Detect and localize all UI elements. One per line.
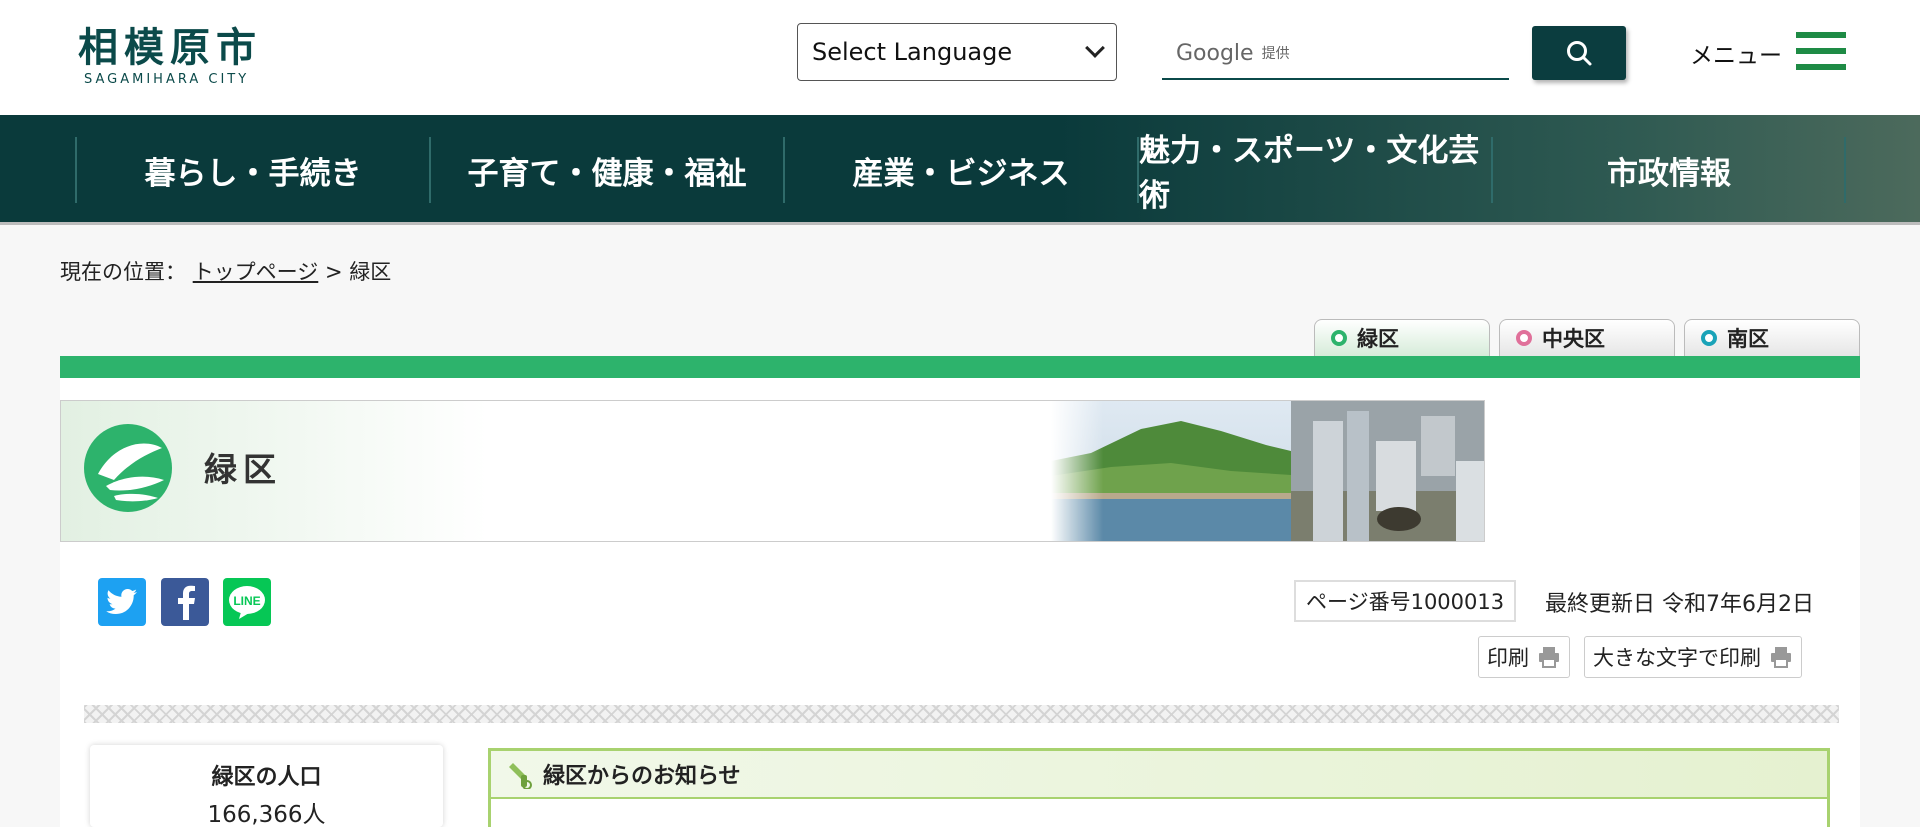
- tab-label: 南区: [1727, 327, 1769, 351]
- tab-label: 中央区: [1542, 327, 1605, 351]
- page-title: 緑区: [204, 450, 282, 489]
- line-share-button[interactable]: LINE: [223, 578, 271, 626]
- ward-accent-bar: [60, 356, 1860, 378]
- notice-section: 緑区からのお知らせ: [488, 748, 1830, 827]
- site-header: 相模原市 SAGAMIHARA CITY Select Language Goo…: [0, 0, 1920, 115]
- tab-minami-ward[interactable]: 南区: [1684, 319, 1860, 356]
- breadcrumb-separator: >: [324, 260, 343, 284]
- population-card: 緑区の人口 166,366人: [90, 745, 443, 827]
- breadcrumb-prefix: 現在の位置：: [60, 260, 186, 284]
- notice-title: 緑区からのお知らせ: [543, 764, 741, 789]
- printer-icon: [1539, 647, 1559, 668]
- large-print-label: 大きな文字で印刷: [1593, 646, 1761, 670]
- population-title: 緑区の人口: [211, 765, 322, 790]
- google-provided-label: 提供: [1261, 46, 1290, 62]
- site-logo[interactable]: 相模原市 SAGAMIHARA CITY: [78, 24, 268, 87]
- tab-midori-ward[interactable]: 緑区: [1314, 319, 1490, 356]
- main-content: 緑区 LINE ページ番号1000013 最終更新日 令和7年6月2日 印刷 大…: [60, 378, 1860, 827]
- nav-item-living[interactable]: 暮らし・手続き: [75, 137, 429, 203]
- nav-item-childcare-health[interactable]: 子育て・健康・福祉: [429, 137, 783, 203]
- facebook-icon: [178, 585, 195, 620]
- midori-ward-emblem-icon: [84, 424, 172, 512]
- population-value: 166,366人: [207, 802, 326, 827]
- logo-english: SAGAMIHARA CITY: [84, 72, 250, 87]
- facebook-share-button[interactable]: [161, 578, 209, 626]
- printer-icon: [1771, 647, 1791, 668]
- global-nav: 暮らし・手続き 子育て・健康・福祉 産業・ビジネス 魅力・スポーツ・文化芸術 市…: [0, 115, 1920, 225]
- breadcrumb-top-link[interactable]: トップページ: [193, 260, 319, 284]
- megaphone-icon: [509, 763, 532, 789]
- ward-banner: 緑区: [60, 400, 1485, 542]
- breadcrumb: 現在の位置： トップページ > 緑区: [60, 256, 391, 286]
- svg-text:LINE: LINE: [233, 594, 260, 608]
- hamburger-menu-icon[interactable]: [1796, 32, 1846, 70]
- language-select[interactable]: Select Language: [797, 23, 1117, 81]
- large-print-button[interactable]: 大きな文字で印刷: [1584, 636, 1802, 678]
- tab-label: 緑区: [1357, 327, 1399, 351]
- print-button[interactable]: 印刷: [1478, 636, 1570, 678]
- search-button[interactable]: [1532, 26, 1626, 80]
- ring-icon: [1331, 330, 1347, 346]
- section-divider: [84, 705, 1839, 723]
- nav-item-culture-sports[interactable]: 魅力・スポーツ・文化芸術: [1137, 133, 1491, 214]
- ward-scenery-image: [1051, 401, 1484, 541]
- tab-chuo-ward[interactable]: 中央区: [1499, 319, 1675, 356]
- twitter-share-button[interactable]: [98, 578, 146, 626]
- nav-item-industry[interactable]: 産業・ビジネス: [783, 137, 1137, 203]
- breadcrumb-current: 緑区: [349, 260, 392, 284]
- logo-japanese: 相模原市: [78, 25, 262, 71]
- page-number-badge: ページ番号1000013: [1294, 580, 1517, 622]
- nav-item-city-info[interactable]: 市政情報: [1491, 137, 1845, 203]
- ring-icon: [1516, 330, 1532, 346]
- google-brand: Google: [1176, 40, 1254, 66]
- ring-icon: [1701, 330, 1717, 346]
- print-label: 印刷: [1487, 646, 1529, 670]
- language-select-value: Select Language: [812, 38, 1013, 66]
- chevron-down-icon: [1085, 38, 1105, 58]
- nav-divider: [1844, 137, 1846, 203]
- notice-heading: 緑区からのお知らせ: [491, 751, 1827, 799]
- menu-label[interactable]: メニュー: [1690, 36, 1782, 70]
- search-icon: [1567, 41, 1592, 66]
- twitter-icon: [106, 589, 137, 614]
- line-icon: LINE: [229, 586, 265, 619]
- search-input[interactable]: Google 提供: [1162, 28, 1509, 80]
- last-updated-date: 最終更新日 令和7年6月2日: [1545, 592, 1814, 617]
